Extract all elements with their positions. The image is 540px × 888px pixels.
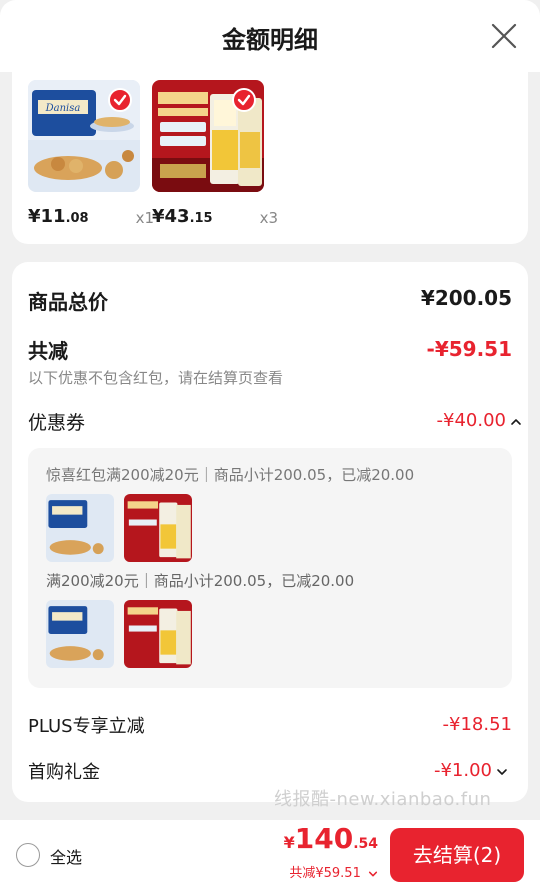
product-list-card: Danisa ¥11.08 x1 ¥43.15 x3 <box>12 72 528 244</box>
rice-bag-image <box>124 600 192 668</box>
product-item[interactable]: ¥43.15 x3 <box>152 80 278 227</box>
checkout-button[interactable]: 去结算(2) <box>390 828 524 882</box>
product-price: ¥11.08 <box>28 206 89 227</box>
total-reduce-value: -¥59.51 <box>426 337 512 361</box>
price-decimal: .15 <box>189 211 213 226</box>
plus-discount-label: PLUS专享立减 <box>28 716 145 737</box>
product-item[interactable]: Danisa ¥11.08 x1 <box>28 80 154 227</box>
coupon-line: 满200减20元｜商品小计200.05，已减20.00 <box>46 572 355 590</box>
total-amount: ¥140.54 <box>284 822 378 855</box>
total-decimal: .54 <box>353 836 378 852</box>
select-all-label[interactable]: 全选 <box>50 844 82 868</box>
plus-discount-value: -¥18.51 <box>442 714 512 735</box>
total-price-value: ¥200.05 <box>420 286 512 310</box>
coupon-label: 优惠券 <box>28 412 86 434</box>
currency-symbol: ¥ <box>283 833 295 852</box>
chevron-down-icon[interactable] <box>496 766 508 778</box>
chevron-down-icon <box>368 871 378 876</box>
modal-header: 金额明细 <box>0 0 540 72</box>
danisa-cookies-image <box>46 494 114 562</box>
product-price-row: ¥43.15 x3 <box>152 206 278 230</box>
product-quantity: x3 <box>259 209 278 227</box>
page-title: 金额明细 <box>222 26 318 54</box>
saved-text: 共减¥59.51 <box>289 866 361 881</box>
coupon-product-thumbs <box>46 600 206 668</box>
coupon-value[interactable]: -¥40.00 <box>437 410 506 431</box>
checkout-bar: 全选 ¥140.54 共减¥59.51 去结算(2) <box>0 820 540 888</box>
coupon-line: 惊喜红包满200减20元｜商品小计200.05，已减20.00 <box>46 466 415 484</box>
price-decimal: .08 <box>65 211 89 226</box>
reduce-note: 以下优惠不包含红包，请在结算页查看 <box>28 369 284 387</box>
chevron-up-icon[interactable] <box>510 416 522 428</box>
watermark: 线报酷-new.xianbao.fun <box>274 789 492 810</box>
danisa-cookies-image <box>46 600 114 668</box>
selected-check-icon[interactable] <box>232 88 256 112</box>
total-integer: 140 <box>294 822 354 855</box>
rice-bag-image <box>124 494 192 562</box>
rice-bag-image <box>152 80 264 192</box>
coupon-detail-box: 惊喜红包满200减20元｜商品小计200.05，已减20.00 满200减20元… <box>28 448 512 688</box>
danisa-cookies-image: Danisa <box>28 80 140 192</box>
total-price-label: 商品总价 <box>28 290 108 314</box>
total-reduce-label: 共减 <box>28 339 68 363</box>
product-price: ¥43.15 <box>152 206 213 227</box>
select-all-radio[interactable] <box>16 843 40 867</box>
first-purchase-value[interactable]: -¥1.00 <box>434 760 492 781</box>
close-icon[interactable] <box>490 22 518 50</box>
price-integer: ¥43 <box>152 206 190 227</box>
product-price-row: ¥11.08 x1 <box>28 206 154 230</box>
selected-check-icon[interactable] <box>108 88 132 112</box>
coupon-product-thumbs <box>46 494 206 562</box>
svg-text:Danisa: Danisa <box>45 103 81 114</box>
first-purchase-label: 首购礼金 <box>28 762 100 783</box>
saved-amount[interactable]: 共减¥59.51 <box>289 862 378 881</box>
price-detail-card: 商品总价 ¥200.05 共减 -¥59.51 以下优惠不包含红包，请在结算页查… <box>12 262 528 802</box>
price-integer: ¥11 <box>28 206 66 227</box>
